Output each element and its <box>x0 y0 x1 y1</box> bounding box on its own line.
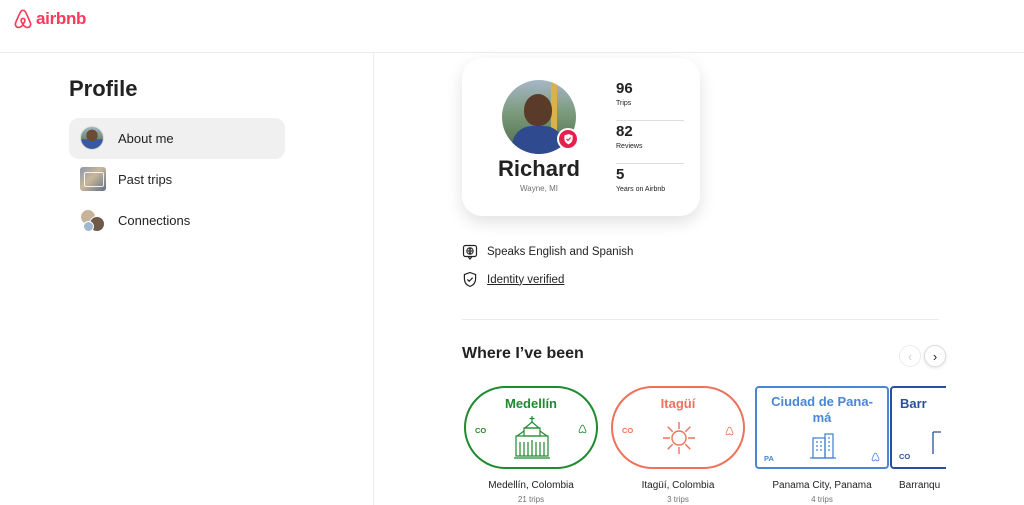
place-trips: 21 trips <box>517 495 545 504</box>
place-trips: 4 trips <box>811 495 833 504</box>
profile-stats: 96 Trips 82 Reviews 5 Years on Airbnb <box>616 78 684 207</box>
airbnb-belo-icon <box>725 426 734 436</box>
stat-value: 96 <box>616 80 633 97</box>
stat-label: Trips <box>616 100 632 107</box>
profile-location: Wayne, MI <box>520 184 558 193</box>
past-trips-thumbnail-icon <box>80 166 106 193</box>
stamp-country-code: PA <box>764 454 774 463</box>
stat-label: Reviews <box>616 143 643 150</box>
place-name: Panama City, Panama <box>772 480 872 491</box>
languages-text: Speaks English and Spanish <box>487 246 634 258</box>
places-carousel: Medellín CO Medellín, Colombia 21 trips … <box>462 384 946 505</box>
airbnb-logo[interactable]: airbnb <box>13 8 86 30</box>
stat-reviews[interactable]: 82 Reviews <box>616 121 684 164</box>
top-bar: airbnb <box>0 0 1024 53</box>
where-been-title: Where I’ve been <box>462 345 584 362</box>
stamp-country-code: CO <box>475 426 487 435</box>
shield-icon <box>463 271 477 288</box>
place-trips: 3 trips <box>667 495 689 504</box>
shield-check-icon <box>557 128 579 150</box>
place-name: Barranqu <box>899 480 941 491</box>
stat-value: 82 <box>616 123 633 140</box>
identity-row: Identity verified <box>462 271 564 288</box>
airbnb-belo-icon <box>14 9 32 29</box>
section-divider <box>462 319 939 320</box>
profile-card: Richard Wayne, MI 96 Trips 82 Reviews 5 … <box>462 58 700 216</box>
airbnb-belo-icon <box>578 424 587 434</box>
place-name: Itagüí, Colombia <box>641 480 715 491</box>
languages-row: Speaks English and Spanish <box>462 244 633 260</box>
place-stamp: Itagüí CO <box>611 386 745 469</box>
stat-label: Years on Airbnb <box>616 186 666 193</box>
place-stamp: Medellín CO <box>464 386 598 469</box>
place-stamp: Barr CO <box>890 386 946 469</box>
stamp-country-code: CO <box>899 452 911 461</box>
stat-value: 5 <box>616 166 625 183</box>
stamp-country-code: CO <box>622 426 634 435</box>
profile-sidebar: Profile About me Past trips Connections <box>0 53 374 505</box>
page-title: Profile <box>69 76 138 101</box>
brand-wordmark: airbnb <box>36 9 87 28</box>
place-card-medellin[interactable]: Medellín CO Medellín, Colombia 21 trips <box>463 384 599 505</box>
sun-icon <box>663 422 695 454</box>
sidebar-item-past-trips[interactable]: Past trips <box>69 159 285 200</box>
stamp-title: Itagüí <box>660 396 696 411</box>
stamp-title: Barr <box>900 396 927 411</box>
sidebar-item-about-me[interactable]: About me <box>69 118 285 159</box>
stamp-title: Medellín <box>504 396 557 411</box>
globe-speech-icon <box>462 244 478 260</box>
sidebar-item-connections[interactable]: Connections <box>69 200 285 241</box>
carousel-prev-button[interactable]: ‹ <box>899 345 921 367</box>
sidebar-item-label: Past trips <box>118 172 173 187</box>
monument-icon <box>932 431 941 454</box>
profile-avatar-icon <box>80 125 106 152</box>
stat-years: 5 Years on Airbnb <box>616 164 684 207</box>
chevron-left-icon: ‹ <box>907 348 913 364</box>
carousel-next-button[interactable]: › <box>924 345 946 367</box>
sidebar-item-label: About me <box>118 131 174 146</box>
cathedral-icon <box>514 416 550 459</box>
place-card-panama-city[interactable]: Ciudad de Pana- má PA Panama City, Panam… <box>754 384 890 505</box>
identity-verified-link[interactable]: Identity verified <box>487 274 564 286</box>
stat-trips: 96 Trips <box>616 78 684 121</box>
profile-nav: About me Past trips Connections <box>69 118 285 241</box>
place-stamp: Ciudad de Pana- má PA <box>755 386 889 469</box>
sidebar-item-label: Connections <box>118 213 191 228</box>
connections-avatars-icon <box>80 208 106 234</box>
stamp-title: Ciudad de Pana- má <box>771 394 873 425</box>
profile-name: Richard <box>498 156 580 181</box>
chevron-right-icon: › <box>932 348 938 364</box>
place-card-itagui[interactable]: Itagüí CO Itagüí, Colombia 3 trips <box>610 384 746 505</box>
place-name: Medellín, Colombia <box>488 480 574 491</box>
airbnb-belo-icon <box>871 452 880 462</box>
building-icon <box>810 433 836 459</box>
place-card-barranquilla[interactable]: Barr CO Barranqu <box>889 384 946 505</box>
